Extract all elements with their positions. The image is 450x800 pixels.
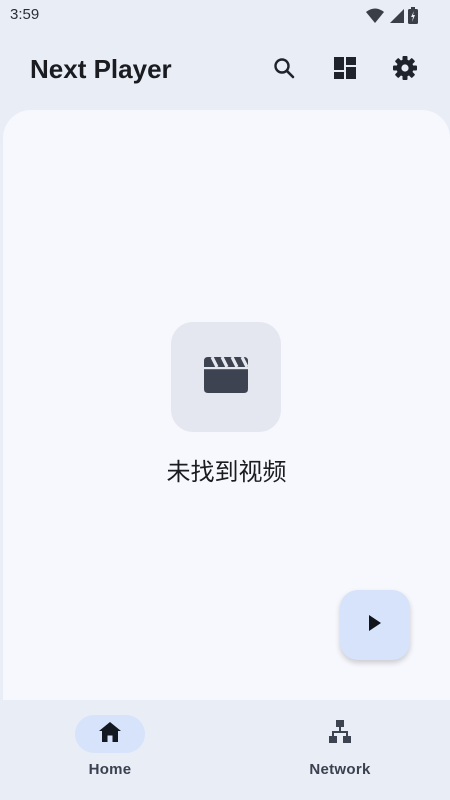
nav-item-network[interactable]: Network: [275, 714, 405, 794]
nav-label-network: Network: [309, 761, 371, 778]
layout-toggle-button[interactable]: [327, 52, 363, 88]
nav-label-home: Home: [88, 761, 132, 778]
signal-icon: [388, 8, 404, 24]
wifi-icon: [366, 8, 384, 24]
settings-button[interactable]: [387, 52, 423, 88]
app-title: Next Player: [30, 54, 172, 84]
network-icon: [328, 720, 352, 748]
search-button[interactable]: [266, 52, 302, 88]
battery-icon: [408, 7, 418, 24]
empty-state-message: 未找到视频: [166, 458, 287, 486]
play-fab[interactable]: [340, 590, 410, 660]
status-bar: 3:59: [0, 0, 450, 32]
empty-state-icon-container: [171, 322, 281, 432]
gear-icon: [392, 55, 418, 85]
search-icon: [272, 56, 296, 84]
status-time: 3:59: [10, 6, 40, 23]
nav-active-indicator: [75, 715, 145, 753]
play-icon: [367, 614, 383, 636]
nav-item-home[interactable]: Home: [45, 714, 175, 794]
video-list-surface: 未找到视频: [3, 110, 450, 702]
app-screen: 3:59 Next Player 未找到视频 Home Network: [0, 0, 450, 800]
home-icon: [98, 721, 122, 747]
top-app-bar: Next Player: [0, 40, 450, 100]
nav-icon-container: [305, 715, 375, 753]
movie-clapperboard-icon: [204, 356, 249, 397]
dashboard-layout-icon: [333, 56, 357, 84]
status-icons: [366, 7, 418, 24]
bottom-navigation: Home Network: [0, 700, 450, 800]
